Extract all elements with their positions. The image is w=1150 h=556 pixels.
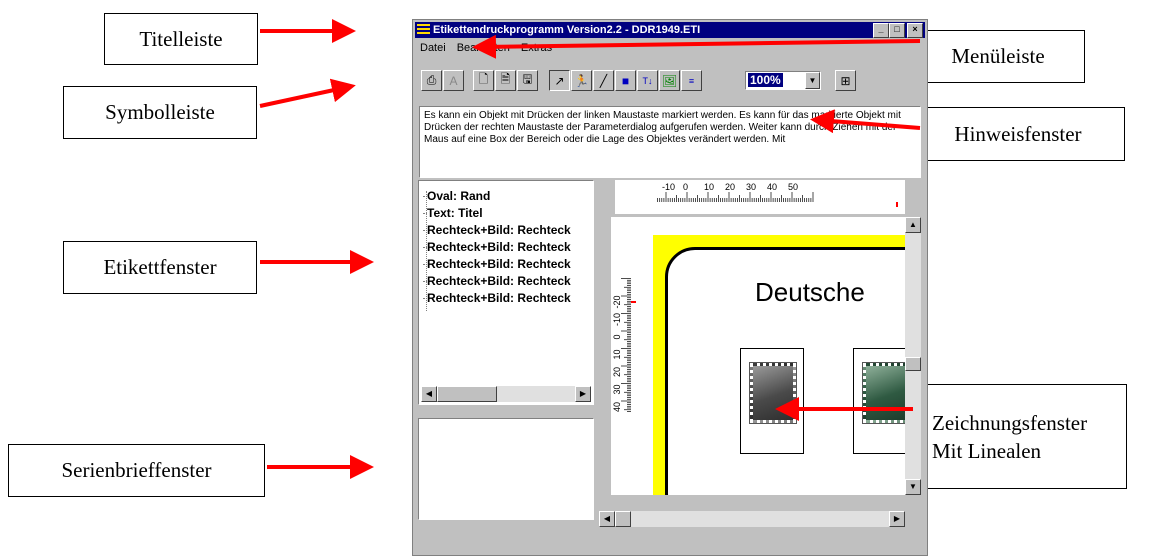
scroll-up-icon[interactable]: ▲	[905, 217, 921, 233]
zoom-select[interactable]: 100% ▼	[745, 71, 821, 90]
new-file-icon[interactable]: 🗋	[473, 70, 494, 91]
app-icon	[417, 24, 430, 36]
ruler-label: 40	[612, 402, 622, 412]
minimize-button[interactable]: _	[873, 23, 889, 38]
stamp-frame[interactable]	[740, 348, 804, 454]
tree-item[interactable]: Rechteck+Bild: Rechteck	[423, 223, 571, 237]
stamp-image	[749, 362, 797, 424]
scroll-thumb[interactable]	[905, 357, 921, 371]
scroll-right-icon[interactable]: ▶	[889, 511, 905, 527]
font-icon[interactable]: A	[443, 70, 464, 91]
title-bar[interactable]: Etikettendruckprogramm Version2.2 - DDR1…	[415, 22, 925, 38]
text-tool-icon[interactable]: T↓	[637, 70, 658, 91]
stamp-image	[862, 362, 905, 424]
menu-datei[interactable]: Datei	[420, 42, 446, 54]
window-title: Etikettendruckprogramm Version2.2 - DDR1…	[433, 24, 701, 36]
callout-etikettfenster: Etikettfenster	[63, 241, 257, 294]
ruler-cursor-marker	[896, 202, 898, 207]
drawing-canvas[interactable]: Deutsche	[637, 217, 905, 495]
ruler-label: -20	[612, 295, 622, 308]
ruler-label: 0	[612, 334, 622, 339]
ruler-label: 50	[788, 182, 798, 192]
scroll-left-icon[interactable]: ◀	[599, 511, 615, 527]
ruler-label: -10	[612, 313, 622, 326]
select-arrow-icon[interactable]: ↗	[549, 70, 570, 91]
print-icon[interactable]: ⎙	[421, 70, 442, 91]
callout-zeichnungsfenster: Zeichnungsfenster Mit Linealen	[911, 384, 1127, 489]
canvas-vertical-scrollbar[interactable]: ▲ ▼	[905, 217, 921, 495]
scroll-thumb[interactable]	[437, 386, 497, 402]
scroll-thumb[interactable]	[615, 511, 631, 527]
callout-symbolleiste-text: Symbolleiste	[105, 100, 215, 124]
close-button[interactable]: ×	[907, 23, 923, 38]
tree-item[interactable]: Oval: Rand	[422, 189, 490, 203]
run-icon[interactable]: 🏃	[571, 70, 592, 91]
tree-item[interactable]: Rechteck+Bild: Rechteck	[423, 291, 571, 305]
label-title-text[interactable]: Deutsche	[755, 277, 865, 308]
chevron-down-icon[interactable]: ▼	[805, 72, 820, 89]
callout-symbolleiste: Symbolleiste	[63, 86, 257, 139]
tree-item[interactable]: Text: Titel	[423, 206, 483, 220]
toolbar: ⎙ A 🗋 🗎 🖫 ↗ 🏃 ╱ ■ T↓ 🖼 ≡ 100% ▼ ⊞	[415, 58, 925, 100]
label-tree-panel: Oval: Rand Text: Titel Rechteck+Bild: Re…	[418, 180, 594, 405]
tree-item[interactable]: Rechteck+Bild: Rechteck	[423, 274, 571, 288]
line-tool-icon[interactable]: ╱	[593, 70, 614, 91]
stamp-frame[interactable]	[853, 348, 905, 454]
callout-hinweisfenster: Hinweisfenster	[911, 107, 1125, 161]
ruler-label: 20	[725, 182, 735, 192]
scroll-left-icon[interactable]: ◀	[421, 386, 437, 402]
ruler-label: 20	[612, 367, 622, 377]
mail-merge-panel[interactable]	[418, 418, 594, 520]
callout-hinweisfenster-text: Hinweisfenster	[954, 121, 1082, 146]
scroll-down-icon[interactable]: ▼	[905, 479, 921, 495]
grid-icon[interactable]: ⊞	[835, 70, 856, 91]
menu-extras[interactable]: Extras	[521, 42, 552, 54]
menu-bar: Datei Bearbeiten Extras	[415, 40, 925, 56]
save-file-icon[interactable]: 🖫	[517, 70, 538, 91]
callout-zeichnungsfenster-line1: Zeichnungsfenster	[932, 410, 1088, 435]
ruler-label: 40	[767, 182, 777, 192]
callout-etikettfenster-text: Etikettfenster	[103, 255, 217, 279]
ruler-cursor-marker	[631, 301, 636, 303]
ruler-label: 10	[704, 182, 714, 192]
callout-serienbrieffenster: Serienbrieffenster	[8, 444, 265, 497]
callout-menueleiste-text: Menüleiste	[951, 44, 1045, 68]
callout-serienbrieffenster-text: Serienbrieffenster	[61, 458, 212, 482]
ruler-label: -10	[662, 182, 675, 192]
callout-menueleiste: Menüleiste	[911, 30, 1085, 83]
ruler-label: 0	[683, 182, 688, 192]
serial-tool-icon[interactable]: ≡	[681, 70, 702, 91]
callout-titelleiste-text: Titelleiste	[139, 26, 223, 51]
ruler-label: 30	[746, 182, 756, 192]
zoom-value: 100%	[748, 73, 783, 87]
menu-bearbeiten[interactable]: Bearbeiten	[457, 42, 510, 54]
scroll-right-icon[interactable]: ▶	[575, 386, 591, 402]
tree-item[interactable]: Rechteck+Bild: Rechteck	[423, 257, 571, 271]
tree-item[interactable]: Rechteck+Bild: Rechteck	[423, 240, 571, 254]
rectangle-tool-icon[interactable]: ■	[615, 70, 636, 91]
callout-zeichnungsfenster-line2: Mit Linealen	[932, 438, 1042, 463]
ruler-label: 30	[612, 384, 622, 394]
vertical-ruler: -20 -10 0 10 20 30 40	[611, 217, 637, 495]
hint-window: Es kann ein Objekt mit Drücken der linke…	[419, 106, 921, 178]
tree-horizontal-scrollbar[interactable]: ◀ ▶	[421, 386, 591, 402]
arrow-symbolleiste	[259, 78, 356, 108]
image-tool-icon[interactable]: 🖼	[659, 70, 680, 91]
horizontal-ruler-ticks: -10 0 10 20 30 40 50	[657, 182, 898, 207]
open-file-icon[interactable]: 🗎	[495, 70, 516, 91]
canvas-horizontal-scrollbar[interactable]: ◀ ▶	[599, 511, 905, 527]
callout-titelleiste: Titelleiste	[104, 13, 258, 65]
vertical-ruler-ticks: -20 -10 0 10 20 30 40	[612, 278, 636, 412]
ruler-label: 10	[612, 349, 622, 359]
horizontal-ruler: -10 0 10 20 30 40 50	[615, 180, 905, 214]
maximize-button[interactable]: □	[889, 23, 905, 38]
